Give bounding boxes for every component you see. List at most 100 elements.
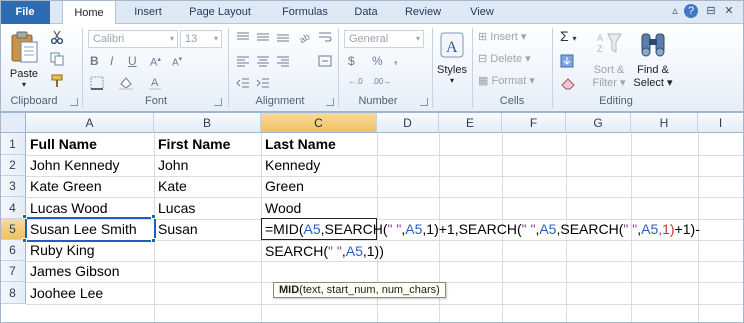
restore-window-icon[interactable]: ⊟ (704, 4, 718, 18)
font-color-icon[interactable]: A (148, 76, 162, 90)
column-header-e[interactable]: E (439, 113, 502, 133)
formula-line-2[interactable]: SEARCH(" ",A5,1)) (262, 241, 384, 261)
range-handle[interactable] (151, 214, 156, 219)
increase-decimal-icon[interactable]: ←.0 (348, 77, 363, 86)
tab-view[interactable]: View (462, 0, 502, 24)
cell-b3[interactable]: Kate (155, 176, 187, 196)
format-cells-button[interactable]: ▦ Format ▾ (478, 74, 535, 87)
tab-insert[interactable]: Insert (128, 0, 168, 24)
insert-cells-button[interactable]: ⊞ Insert ▾ (478, 30, 526, 43)
column-header-d[interactable]: D (377, 113, 439, 133)
column-header-a[interactable]: A (26, 113, 154, 133)
format-painter-icon[interactable] (50, 74, 64, 88)
autosum-icon[interactable]: Σ ▾ (560, 28, 577, 44)
merge-center-icon[interactable] (318, 54, 332, 68)
minimize-ribbon-icon[interactable]: ▵ (668, 4, 682, 18)
select-all-button[interactable] (0, 113, 26, 133)
row-header-1[interactable]: 1 (0, 133, 26, 155)
cell-b1[interactable]: First Name (155, 134, 230, 154)
align-middle-icon[interactable] (256, 30, 270, 44)
tooltip-function-name[interactable]: MID (279, 284, 299, 296)
clipboard-dialog-launcher-icon[interactable] (70, 98, 78, 106)
align-top-icon[interactable] (236, 30, 250, 44)
row-header-3[interactable]: 3 (0, 176, 26, 197)
paste-button[interactable]: Paste ▾ (6, 28, 42, 90)
font-shrink-icon[interactable]: A▾ (172, 55, 182, 68)
copy-icon[interactable] (50, 52, 64, 66)
percent-button[interactable]: % (372, 54, 383, 68)
column-header-h[interactable]: H (631, 113, 698, 133)
delete-cells-button[interactable]: ⊟ Delete ▾ (478, 52, 531, 65)
help-icon[interactable]: ? (684, 4, 698, 18)
cell-b2[interactable]: John (155, 155, 188, 175)
find-select-button[interactable]: Find & Select ▾ (632, 28, 674, 92)
cell-a2[interactable]: John Kennedy (27, 155, 120, 175)
fill-color-icon[interactable] (118, 76, 134, 90)
range-handle[interactable] (22, 214, 27, 219)
cell-a7[interactable]: James Gibson (27, 261, 119, 281)
row-header-5[interactable]: 5 (0, 219, 26, 240)
cell-c4[interactable]: Wood (262, 198, 301, 218)
align-left-icon[interactable] (236, 54, 250, 68)
align-right-icon[interactable] (276, 54, 290, 68)
column-header-i[interactable]: I (698, 113, 744, 133)
svg-text:A: A (597, 33, 603, 43)
clear-icon[interactable] (560, 76, 576, 90)
tab-formulas[interactable]: Formulas (272, 0, 338, 24)
decrease-indent-icon[interactable] (236, 76, 250, 90)
number-dialog-launcher-icon[interactable] (420, 98, 428, 106)
fill-icon[interactable] (560, 54, 574, 68)
range-handle[interactable] (22, 238, 27, 243)
row-header-2[interactable]: 2 (0, 155, 26, 176)
comma-button[interactable]: , (394, 52, 397, 66)
tab-home[interactable]: Home (62, 0, 116, 25)
font-grow-icon[interactable]: A▴ (150, 55, 161, 69)
column-header-c[interactable]: C (261, 113, 377, 133)
tab-page-layout[interactable]: Page Layout (180, 0, 260, 24)
italic-button[interactable]: I (110, 54, 113, 68)
cell-a3[interactable]: Kate Green (27, 176, 102, 196)
styles-button[interactable]: A Styles ▾ (436, 28, 468, 90)
bold-button[interactable]: B (90, 54, 99, 68)
number-format-combo[interactable]: General ▾ (344, 30, 424, 48)
tab-data[interactable]: Data (348, 0, 384, 24)
range-handle[interactable] (151, 238, 156, 243)
align-center-icon[interactable] (256, 54, 270, 68)
orientation-icon[interactable]: ab (298, 30, 312, 44)
font-size-combo[interactable]: 13 ▾ (180, 30, 222, 48)
tab-review[interactable]: Review (398, 0, 448, 24)
formula-line-1[interactable]: =MID(A5,SEARCH(" ",A5,1)+1,SEARCH(" ",A5… (262, 219, 700, 239)
paste-label: Paste (9, 68, 39, 80)
underline-button[interactable]: U (128, 54, 137, 68)
column-header-b[interactable]: B (154, 113, 261, 133)
font-name-combo[interactable]: Calibri ▾ (88, 30, 178, 48)
cut-icon[interactable] (50, 30, 64, 44)
cell-a1[interactable]: Full Name (27, 134, 97, 154)
sort-filter-button[interactable]: A Z Sort & Filter ▾ (588, 28, 630, 92)
close-workbook-icon[interactable]: ✕ (722, 4, 736, 18)
currency-button[interactable]: $ (348, 54, 355, 68)
align-bottom-icon[interactable] (276, 30, 290, 44)
row-header-7[interactable]: 7 (0, 261, 26, 282)
cell-a8[interactable]: Joohee Lee (27, 283, 103, 303)
tab-file[interactable]: File (0, 0, 50, 24)
increase-indent-icon[interactable] (256, 76, 270, 90)
worksheet-grid[interactable]: A B C D E F G H I 1 2 3 4 5 6 7 8 Full N… (0, 113, 744, 323)
cell-c1[interactable]: Last Name (262, 134, 336, 154)
cell-b5[interactable]: Susan (155, 219, 198, 239)
borders-icon[interactable] (90, 76, 104, 90)
cell-c3[interactable]: Green (262, 176, 304, 196)
row-header-8[interactable]: 8 (0, 282, 26, 304)
decrease-decimal-icon[interactable]: .00→ (372, 77, 391, 86)
cell-c2[interactable]: Kennedy (262, 155, 320, 175)
cell-b4[interactable]: Lucas (155, 198, 195, 218)
cell-a6[interactable]: Ruby King (27, 240, 95, 260)
font-dialog-launcher-icon[interactable] (214, 98, 222, 106)
column-header-f[interactable]: F (502, 113, 566, 133)
column-header-g[interactable]: G (566, 113, 631, 133)
wrap-text-icon[interactable] (318, 30, 332, 44)
row-header-6[interactable]: 6 (0, 240, 26, 261)
alignment-dialog-launcher-icon[interactable] (326, 98, 334, 106)
cell-a4[interactable]: Lucas Wood (27, 198, 108, 218)
chevron-down-icon[interactable]: ▾ (6, 80, 42, 89)
